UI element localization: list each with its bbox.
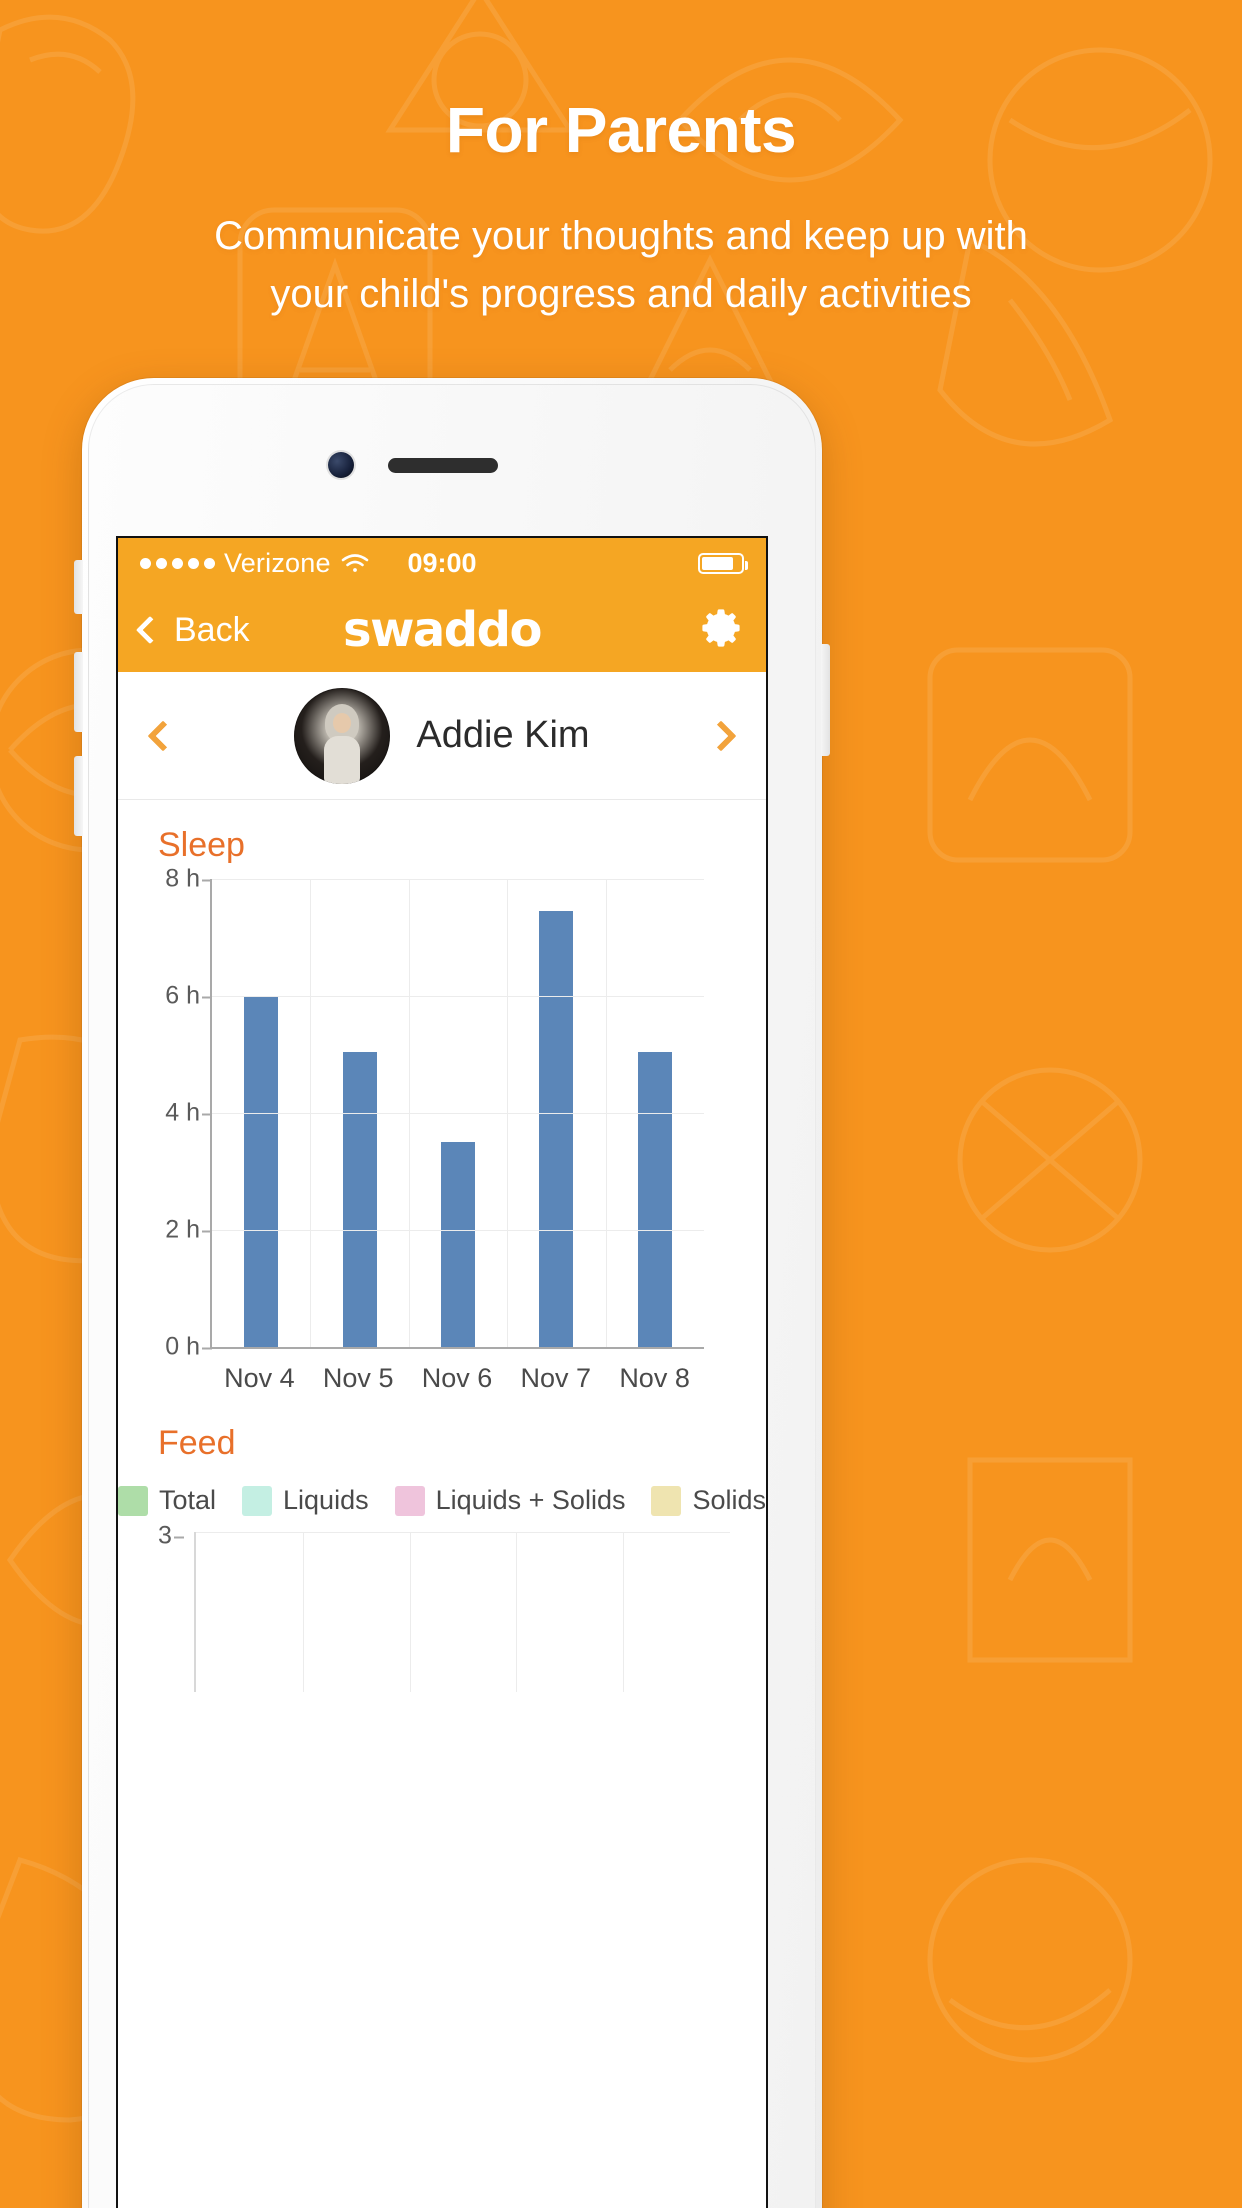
sleep-bar[interactable] (539, 911, 573, 1347)
promo-subtitle-line-2: your child's progress and daily activiti… (0, 265, 1242, 323)
app-screen: Verizone 09:00 Back swaddo (118, 538, 766, 2208)
settings-button[interactable] (698, 605, 744, 656)
legend-swatch (118, 1486, 148, 1516)
legend-item[interactable]: Total (118, 1485, 216, 1516)
x-axis-tick-label: Nov 8 (605, 1363, 704, 1394)
x-axis-tick-label: Nov 7 (506, 1363, 605, 1394)
status-bar-left: Verizone (140, 548, 370, 579)
wifi-icon (340, 552, 370, 574)
carrier-label: Verizone (224, 548, 331, 579)
sleep-chart: 8 h6 h4 h2 h0 h Nov 4Nov 5Nov 6Nov 7Nov … (118, 879, 766, 1394)
next-child-button[interactable] (705, 720, 736, 751)
sleep-chart-plot-area: 8 h6 h4 h2 h0 h (210, 879, 704, 1349)
legend-item[interactable]: Solids (651, 1485, 766, 1516)
y-axis-tick-label: 8 h (165, 865, 212, 894)
grid-line-vertical (303, 1532, 304, 1692)
sleep-bar[interactable] (244, 996, 278, 1347)
previous-child-button[interactable] (147, 720, 178, 751)
earpiece-speaker (388, 458, 498, 473)
grid-line-vertical (516, 1532, 517, 1692)
y-axis-tick-label: 0 h (165, 1333, 212, 1362)
grid-line-horizontal (212, 879, 704, 880)
sleep-section: Sleep 8 h6 h4 h2 h0 h Nov 4Nov 5Nov 6Nov… (118, 800, 766, 1394)
promo-title: For Parents (0, 95, 1242, 165)
grid-line-vertical (409, 879, 410, 1347)
avatar (294, 688, 390, 784)
power-button[interactable] (821, 644, 830, 756)
grid-line-vertical (410, 1532, 411, 1692)
y-axis-tick-label: 2 h (165, 1216, 212, 1245)
sleep-x-axis-labels: Nov 4Nov 5Nov 6Nov 7Nov 8 (210, 1363, 704, 1394)
grid-line-horizontal (212, 1113, 704, 1114)
grid-line-vertical (623, 1532, 624, 1692)
legend-swatch (651, 1486, 681, 1516)
x-axis-tick-label: Nov 6 (408, 1363, 507, 1394)
back-button[interactable]: Back (140, 611, 250, 650)
sleep-section-title: Sleep (118, 826, 766, 865)
promo-subtitle: Communicate your thoughts and keep up wi… (0, 207, 1242, 323)
legend-label: Total (159, 1485, 216, 1516)
back-button-label: Back (174, 611, 250, 650)
x-axis-tick-label: Nov 4 (210, 1363, 309, 1394)
status-bar-right (698, 553, 744, 574)
feed-chart-plot-area (194, 1532, 730, 1692)
legend-label: Liquids + Solids (436, 1485, 626, 1516)
legend-label: Liquids (283, 1485, 369, 1516)
legend-item[interactable]: Liquids (242, 1485, 369, 1516)
grid-line-horizontal (212, 996, 704, 997)
status-bar: Verizone 09:00 (118, 538, 766, 588)
sleep-bar[interactable] (343, 1052, 377, 1347)
grid-line-horizontal (196, 1532, 730, 1533)
promo-subtitle-line-1: Communicate your thoughts and keep up wi… (0, 207, 1242, 265)
battery-icon (698, 553, 744, 574)
promo-header: For Parents Communicate your thoughts an… (0, 0, 1242, 323)
grid-line-vertical (507, 879, 508, 1347)
chevron-left-icon (136, 616, 164, 644)
child-name-label: Addie Kim (416, 714, 589, 757)
grid-line-horizontal (212, 1230, 704, 1231)
feed-y-axis-top-label: 3 (158, 1522, 184, 1551)
legend-item[interactable]: Liquids + Solids (395, 1485, 626, 1516)
legend-swatch (242, 1486, 272, 1516)
y-axis-tick-label: 4 h (165, 1099, 212, 1128)
volume-down-button[interactable] (74, 756, 83, 836)
sleep-bar[interactable] (638, 1052, 672, 1347)
sleep-bar[interactable] (441, 1142, 475, 1347)
child-info: Addie Kim (294, 688, 589, 784)
mute-switch[interactable] (74, 560, 83, 614)
volume-up-button[interactable] (74, 652, 83, 732)
child-selector: Addie Kim (118, 672, 766, 800)
gear-icon (698, 605, 744, 651)
y-axis-tick-label: 6 h (165, 982, 212, 1011)
grid-line-vertical (310, 879, 311, 1347)
front-camera-icon (328, 452, 354, 478)
signal-strength-icon (140, 558, 215, 569)
phone-mockup: Verizone 09:00 Back swaddo (82, 378, 822, 2208)
feed-section: Feed TotalLiquidsLiquids + SolidsSolids … (118, 1394, 766, 1692)
feed-legend: Total Liquids Liquids + Solids Solids (118, 1485, 766, 1516)
nav-bar: Back swaddo (118, 588, 766, 672)
grid-line-vertical (606, 879, 607, 1347)
x-axis-tick-label: Nov 5 (309, 1363, 408, 1394)
feed-section-title: Feed (118, 1424, 766, 1463)
legend-label: Solids (692, 1485, 766, 1516)
legend-swatch (395, 1486, 425, 1516)
